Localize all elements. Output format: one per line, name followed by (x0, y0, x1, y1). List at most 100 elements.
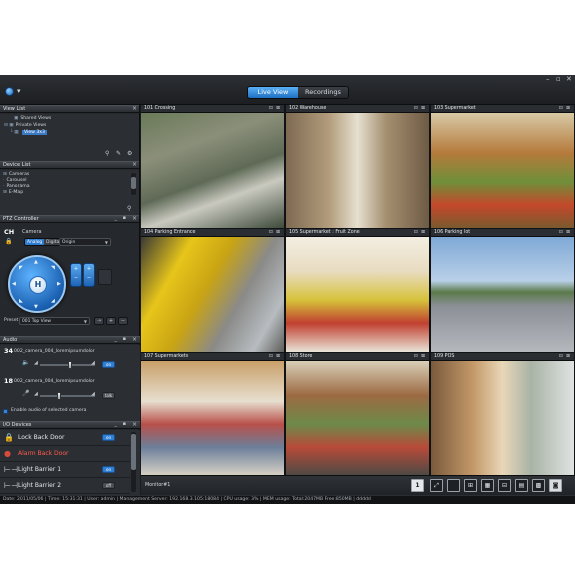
snapshot-camera-icon[interactable]: ◙ (549, 479, 562, 492)
scrollbar-thumb[interactable] (131, 177, 136, 189)
focus-control[interactable]: + − (83, 263, 95, 287)
io-toggle-button[interactable]: on (102, 466, 115, 473)
preset-go-button[interactable]: ⇢ (94, 317, 104, 325)
camera-tile[interactable]: 103 Supermarket ⊡ ⊠ (431, 105, 574, 228)
camera-tile[interactable]: 105 Supermarket : Fruit Zone ⊡ ⊠ (286, 229, 429, 352)
lock-icon[interactable]: 🔒 (5, 238, 12, 245)
close-icon[interactable]: × (132, 161, 137, 168)
layout-1x1-icon[interactable] (447, 479, 460, 492)
title-bar: ▾ Live View Recordings – ▫ ✕ (0, 75, 575, 105)
camera-tile-icons[interactable]: ⊡ ⊠ (414, 353, 426, 361)
scrollbar-thumb[interactable] (131, 434, 136, 470)
close-icon[interactable]: × (132, 421, 137, 428)
tree-item-view-3x3[interactable]: View 3x3 (22, 130, 47, 135)
io-devices-scrollbar[interactable] (131, 432, 136, 492)
window-controls-icon[interactable]: _ ▪ (115, 215, 128, 221)
audio-talk-button[interactable]: talk (102, 392, 115, 399)
arrow-down-left-icon[interactable]: ◣ (19, 298, 23, 304)
camera-tile-icons[interactable]: ⊡ ⊠ (559, 229, 571, 237)
tab-recordings[interactable]: Recordings (298, 87, 348, 98)
ptz-joystick[interactable]: ▲ ▼ ◀ ▶ ◤ ◥ ◣ ◢ H (8, 255, 66, 313)
window-controls-icon[interactable]: _ ▪ (115, 421, 128, 427)
slider-knob[interactable] (68, 361, 73, 369)
focus-far-icon[interactable]: − (84, 272, 94, 281)
camera-tile-icons[interactable]: ⊡ ⊠ (269, 105, 281, 113)
light-barrier-icon: ⊢⊣ (4, 481, 18, 490)
preset-add-button[interactable]: + (106, 317, 116, 325)
camera-tile-icons[interactable]: ⊡ ⊠ (414, 229, 426, 237)
tree-item-carousel[interactable]: · Carousel (3, 178, 27, 183)
fullscreen-icon[interactable]: ⤢ (430, 479, 443, 492)
edit-icon[interactable]: ✎ (116, 150, 121, 157)
camera-tile[interactable]: 104 Parking Entrance ⊡ ⊠ (141, 229, 284, 352)
focus-near-icon[interactable]: + (84, 264, 94, 272)
preset-remove-button[interactable]: − (118, 317, 128, 325)
arrow-up-icon[interactable]: ▲ (34, 259, 38, 265)
preset-dropdown[interactable]: 001 Top View ▼ (19, 317, 90, 325)
close-icon[interactable]: × (132, 105, 137, 112)
zoom-out-icon[interactable]: − (71, 272, 81, 281)
camera-tile[interactable]: 107 Supermarkets ⊡ ⊠ (141, 353, 284, 476)
io-item[interactable]: 🔒 Lock Back Door on (0, 430, 130, 446)
io-item[interactable]: ● Alarm Back Door (0, 446, 130, 462)
search-icon[interactable]: ⚲ (105, 150, 109, 157)
iris-control[interactable] (98, 269, 112, 285)
tab-live-view[interactable]: Live View (248, 87, 298, 98)
arrow-up-left-icon[interactable]: ◤ (19, 265, 23, 271)
arrow-down-right-icon[interactable]: ◢ (51, 298, 55, 304)
preset-label: Preset (4, 318, 19, 323)
camera-tile[interactable]: 102 Warehouse ⊡ ⊠ (286, 105, 429, 228)
layout-number-button[interactable]: 1 (411, 479, 424, 492)
settings-icon[interactable]: ⚙ (127, 150, 132, 157)
camera-tile[interactable]: 108 Store ⊡ ⊠ (286, 353, 429, 476)
tree-item-emap[interactable]: ⊞ E-Map (3, 190, 23, 195)
camera-tile[interactable]: 106 Parking lot ⊡ ⊠ (431, 229, 574, 352)
close-icon[interactable]: × (132, 336, 137, 343)
audio-volume-slider[interactable] (40, 395, 95, 397)
mode-analog-button[interactable]: Analog (25, 239, 45, 245)
home-icon[interactable]: H (29, 276, 47, 294)
camera-tile-icons[interactable]: ⊡ ⊠ (559, 105, 571, 113)
tree-item-panorama[interactable]: · Panorama (3, 184, 30, 189)
maximize-icon[interactable]: ▫ (556, 75, 561, 83)
zoom-in-icon[interactable]: + (71, 264, 81, 272)
io-item[interactable]: ⊢⊣ Light Barrier 1 on (0, 462, 130, 478)
tree-item-private-views[interactable]: ⊟ ▣ Private Views (4, 123, 46, 128)
layout-custom-icon[interactable]: ⊟ (498, 479, 511, 492)
layout-3x3-icon[interactable]: ▦ (481, 479, 494, 492)
device-list-scrollbar[interactable] (131, 173, 136, 195)
arrow-up-right-icon[interactable]: ◥ (51, 265, 55, 271)
app-logo-icon[interactable] (5, 87, 14, 96)
slider-knob[interactable] (57, 392, 62, 400)
minimize-icon[interactable]: – (546, 75, 550, 83)
arrow-down-icon[interactable]: ▼ (34, 304, 38, 310)
camera-tile-icons[interactable]: ⊡ ⊠ (414, 105, 426, 113)
chevron-down-icon[interactable]: ▾ (17, 87, 21, 95)
window-controls-icon[interactable]: _ ▪ (115, 336, 128, 342)
camera-tile[interactable]: 109 POS ⊡ ⊠ (431, 353, 574, 476)
search-icon[interactable]: ⚲ (127, 205, 131, 212)
enable-audio-checkbox[interactable] (3, 409, 8, 414)
layout-mixed-icon[interactable]: ▤ (515, 479, 528, 492)
layout-grid-icon[interactable]: ▩ (532, 479, 545, 492)
expand-icon: ⊞ (3, 172, 7, 177)
tree-item-shared-views[interactable]: ▣ Shared Views (14, 116, 51, 121)
close-icon[interactable]: ✕ (566, 75, 572, 83)
audio-toggle-button[interactable]: on (102, 361, 115, 368)
camera-tile-icons[interactable]: ⊡ ⊠ (269, 353, 281, 361)
close-icon[interactable]: × (132, 215, 137, 222)
camera-tile-icons[interactable]: ⊡ ⊠ (269, 229, 281, 237)
microphone-icon[interactable]: 🎤 (22, 390, 29, 397)
io-toggle-button[interactable]: off (102, 482, 115, 489)
arrow-right-icon[interactable]: ▶ (57, 281, 61, 287)
layout-2x2-icon[interactable]: ⊞ (464, 479, 477, 492)
camera-tile-icons[interactable]: ⊡ ⊠ (559, 353, 571, 361)
camera-tile[interactable]: 101 Crossing ⊡ ⊠ (141, 105, 284, 228)
io-toggle-button[interactable]: on (102, 434, 115, 441)
origin-dropdown[interactable]: Origin ▼ (59, 238, 111, 246)
zoom-control[interactable]: + − (70, 263, 82, 287)
speaker-icon[interactable]: 🔈 (22, 359, 29, 366)
arrow-left-icon[interactable]: ◀ (12, 281, 16, 287)
io-item[interactable]: ⊢⊣ Light Barrier 2 off (0, 478, 130, 494)
tree-item-cameras[interactable]: ⊞ Cameras (3, 172, 29, 177)
